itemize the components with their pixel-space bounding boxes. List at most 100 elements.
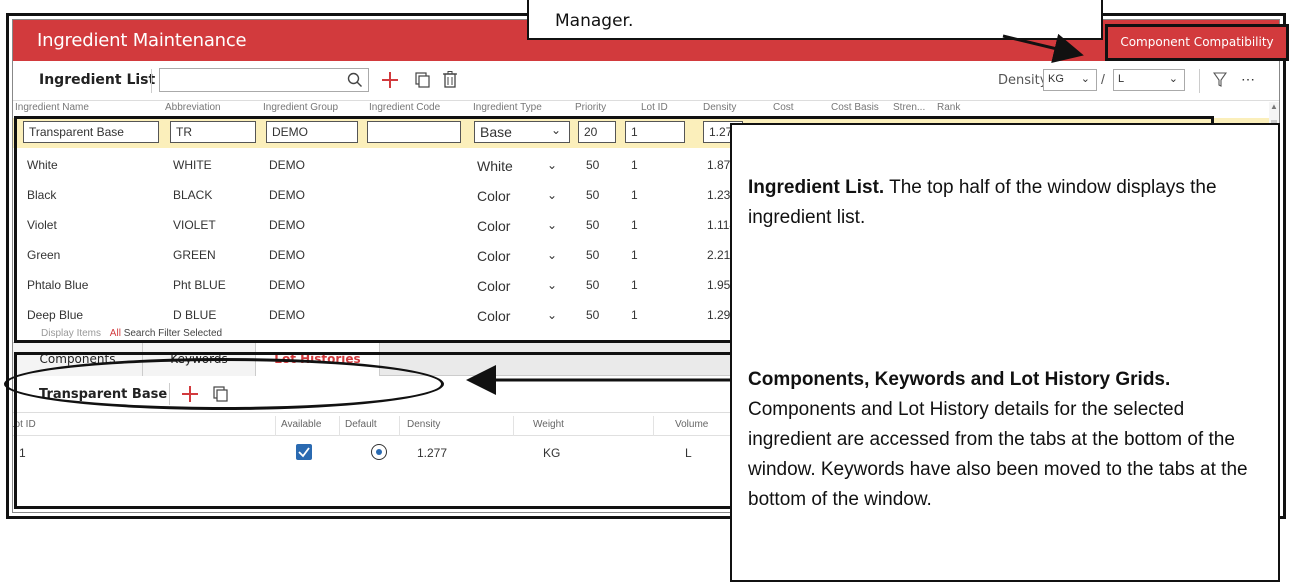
cell-priority: 50 xyxy=(586,308,600,322)
ingredient-type-select[interactable]: Base ⌄ xyxy=(474,121,570,143)
column-header[interactable]: Cost Basis xyxy=(831,102,879,113)
cell-abbreviation: VIOLET xyxy=(173,218,216,232)
chevron-down-icon[interactable]: ⌄ xyxy=(547,308,557,322)
cell-type[interactable]: Color xyxy=(477,188,510,204)
cell-group: DEMO xyxy=(269,308,305,322)
cell-type[interactable]: Color xyxy=(477,308,510,324)
tab-components[interactable]: Components xyxy=(13,343,143,376)
cell-type[interactable]: Color xyxy=(477,218,510,234)
cell-name: Phtalo Blue xyxy=(27,278,89,292)
cell-type[interactable]: Color xyxy=(477,278,510,294)
cell-group: DEMO xyxy=(269,248,305,262)
cell-priority: 50 xyxy=(586,278,600,292)
toolbar-divider xyxy=(169,383,170,405)
cell-priority: 50 xyxy=(586,218,600,232)
cell-type[interactable]: Color xyxy=(477,248,510,264)
chevron-down-icon: ⌄ xyxy=(1168,73,1178,85)
column-header[interactable]: Ingredient Code xyxy=(369,102,440,113)
callout-grids-body: Components and Lot History details for t… xyxy=(748,399,1248,510)
cell-name: White xyxy=(27,158,58,172)
chevron-down-icon[interactable]: ⌄ xyxy=(547,278,557,292)
density-label: Density xyxy=(998,73,1048,88)
column-header[interactable]: Cost xyxy=(773,102,794,113)
callout-main: Ingredient List. The top half of the win… xyxy=(730,123,1280,582)
cell-type[interactable]: White xyxy=(477,158,513,174)
cell-name: Black xyxy=(27,188,57,202)
column-header[interactable]: Ingredient Group xyxy=(263,102,338,113)
display-selected-option[interactable]: Selected xyxy=(183,328,222,339)
lot-weight-cell: KG xyxy=(543,446,561,460)
ingredient-code-field[interactable] xyxy=(367,121,461,143)
selected-ingredient-title: Transparent Base xyxy=(39,387,168,402)
column-header[interactable]: Ingredient Type xyxy=(473,102,542,113)
abbreviation-field[interactable]: TR xyxy=(170,121,256,143)
column-header[interactable]: Weight xyxy=(533,419,564,430)
density-weight-unit-select[interactable]: KG ⌄ xyxy=(1043,69,1097,91)
density-weight-unit-value: KG xyxy=(1048,73,1064,85)
delete-icon[interactable] xyxy=(443,71,457,88)
filter-icon[interactable] xyxy=(1213,72,1227,87)
column-header[interactable]: Volume xyxy=(675,419,708,430)
more-options-icon[interactable]: ⋯ xyxy=(1241,71,1255,88)
callout-top: Manager. xyxy=(527,0,1103,40)
copy-icon[interactable] xyxy=(415,72,430,88)
callout-grids-heading: Components, Keywords and Lot History Gri… xyxy=(748,369,1171,390)
ingredient-name-field[interactable]: Transparent Base xyxy=(23,121,159,143)
column-header[interactable]: Stren... xyxy=(893,102,925,113)
chevron-down-icon[interactable]: ⌄ xyxy=(547,248,557,262)
column-divider xyxy=(275,416,276,436)
cell-group: DEMO xyxy=(269,278,305,292)
column-header[interactable]: Lot ID xyxy=(13,419,36,430)
column-divider xyxy=(399,416,400,436)
search-icon[interactable] xyxy=(347,72,363,88)
ingredient-list-title: Ingredient List xyxy=(39,72,156,88)
copy-icon[interactable] xyxy=(213,386,228,402)
default-radio[interactable] xyxy=(371,444,387,460)
priority-field[interactable]: 20 xyxy=(578,121,616,143)
ingredient-type-value: Base xyxy=(480,124,512,140)
lot-id-cell: 1 xyxy=(19,446,26,460)
cell-lot-id: 1 xyxy=(631,278,638,292)
tab-keywords[interactable]: Keywords xyxy=(143,343,256,376)
search-input[interactable] xyxy=(159,68,369,92)
column-header[interactable]: Default xyxy=(345,419,377,430)
column-header[interactable]: Density xyxy=(407,419,440,430)
chevron-down-icon[interactable]: ⌄ xyxy=(547,218,557,232)
chevron-down-icon[interactable]: ⌄ xyxy=(547,188,557,202)
column-header[interactable]: Rank xyxy=(937,102,960,113)
cell-abbreviation: BLACK xyxy=(173,188,213,202)
column-header[interactable]: Lot ID xyxy=(641,102,668,113)
lot-volume-cell: L xyxy=(685,446,692,460)
column-header[interactable]: Available xyxy=(281,419,321,430)
column-header[interactable]: Priority xyxy=(575,102,606,113)
lot-density-cell: 1.277 xyxy=(417,446,448,460)
cell-group: DEMO xyxy=(269,158,305,172)
column-header[interactable]: Ingredient Name xyxy=(15,102,89,113)
cell-group: DEMO xyxy=(269,188,305,202)
column-divider xyxy=(653,416,654,436)
tab-lot-histories[interactable]: Lot Histories xyxy=(256,343,380,376)
callout-list-heading: Ingredient List. xyxy=(748,177,885,198)
density-volume-unit-select[interactable]: L ⌄ xyxy=(1113,69,1185,91)
cell-priority: 50 xyxy=(586,248,600,262)
column-header[interactable]: Abbreviation xyxy=(165,102,221,113)
ingredient-group-field[interactable]: DEMO xyxy=(266,121,358,143)
available-checkbox[interactable] xyxy=(296,444,312,460)
scroll-up-icon[interactable]: ▲ xyxy=(1270,102,1278,111)
display-items-filter: Display Items All Search Filter Selected xyxy=(41,328,222,339)
column-header[interactable]: Density xyxy=(703,102,736,113)
column-divider xyxy=(339,416,340,436)
cell-lot-id: 1 xyxy=(631,218,638,232)
lot-id-field[interactable]: 1 xyxy=(625,121,685,143)
display-all-option[interactable]: All xyxy=(110,328,121,339)
chevron-down-icon[interactable]: ⌄ xyxy=(547,158,557,172)
add-icon[interactable] xyxy=(181,385,199,403)
ingredient-toolbar: Ingredient List Density KG ⌄ / L ⌄ ⋯ xyxy=(13,61,1279,101)
add-icon[interactable] xyxy=(381,71,399,89)
cell-name: Deep Blue xyxy=(27,308,84,322)
check-icon xyxy=(298,447,310,458)
component-compatibility-button[interactable]: Component Compatibility xyxy=(1105,24,1289,61)
density-slash: / xyxy=(1101,71,1105,87)
cell-name: Green xyxy=(27,248,61,262)
display-search-filter-option[interactable]: Search Filter xyxy=(124,328,181,339)
